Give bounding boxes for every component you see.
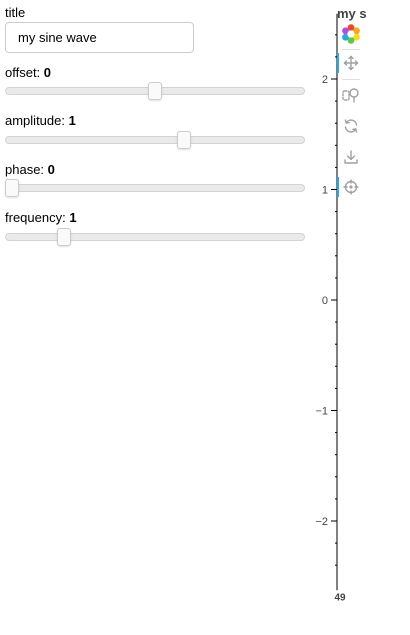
frequency-label: frequency: 1 — [5, 210, 77, 225]
frequency-value: 1 — [69, 210, 77, 225]
plot-y-axis: 2 1 0 −1 −2 49 — [315, 13, 346, 603]
offset-slider-handle[interactable] — [148, 82, 162, 100]
save-tool-icon — [344, 150, 358, 164]
offset-label: offset: 0 — [5, 65, 51, 80]
pan-tool-icon — [343, 55, 359, 71]
y-axis-tick-label: 1 — [322, 185, 328, 197]
frequency-slider-track[interactable] — [5, 233, 305, 241]
plot-title: my s — [337, 6, 367, 21]
hover-tool[interactable] — [337, 175, 363, 199]
frequency-label-text: frequency: — [5, 210, 70, 225]
toolbar-separator — [342, 79, 360, 80]
bokeh-logo-icon — [342, 24, 360, 44]
box-zoom-tool-icon — [342, 88, 359, 103]
x-axis-tick-label: 49 — [334, 592, 346, 603]
phase-slider-track[interactable] — [5, 184, 305, 192]
save-tool[interactable] — [339, 145, 363, 169]
amplitude-label-text: amplitude: — [5, 113, 69, 128]
phase-slider-handle[interactable] — [5, 179, 19, 197]
frequency-slider-handle[interactable] — [56, 228, 71, 246]
box-zoom-tool[interactable] — [339, 83, 363, 107]
title-input[interactable] — [5, 22, 194, 53]
y-axis-tick-label: −1 — [315, 406, 328, 418]
pan-tool[interactable] — [337, 51, 363, 75]
amplitude-label: amplitude: 1 — [5, 113, 76, 128]
reset-tool[interactable] — [339, 114, 363, 138]
y-axis-tick-label: −2 — [315, 516, 328, 528]
bokeh-logo[interactable] — [339, 22, 363, 46]
amplitude-slider-handle[interactable] — [176, 131, 191, 149]
phase-value: 0 — [47, 162, 55, 177]
title-label: title — [5, 5, 26, 20]
hover-tool-icon — [343, 179, 359, 195]
phase-label: phase: 0 — [5, 162, 55, 177]
y-axis-tick-label: 2 — [322, 74, 328, 86]
reset-tool-icon — [344, 119, 358, 133]
y-axis-tick-label: 0 — [322, 295, 328, 307]
amplitude-slider-track[interactable] — [5, 136, 305, 144]
offset-value: 0 — [43, 65, 52, 80]
amplitude-value: 1 — [68, 113, 76, 128]
offset-label-text: offset: — [5, 65, 44, 80]
toolbar-separator — [342, 49, 360, 50]
phase-label-text: phase: — [5, 162, 48, 177]
